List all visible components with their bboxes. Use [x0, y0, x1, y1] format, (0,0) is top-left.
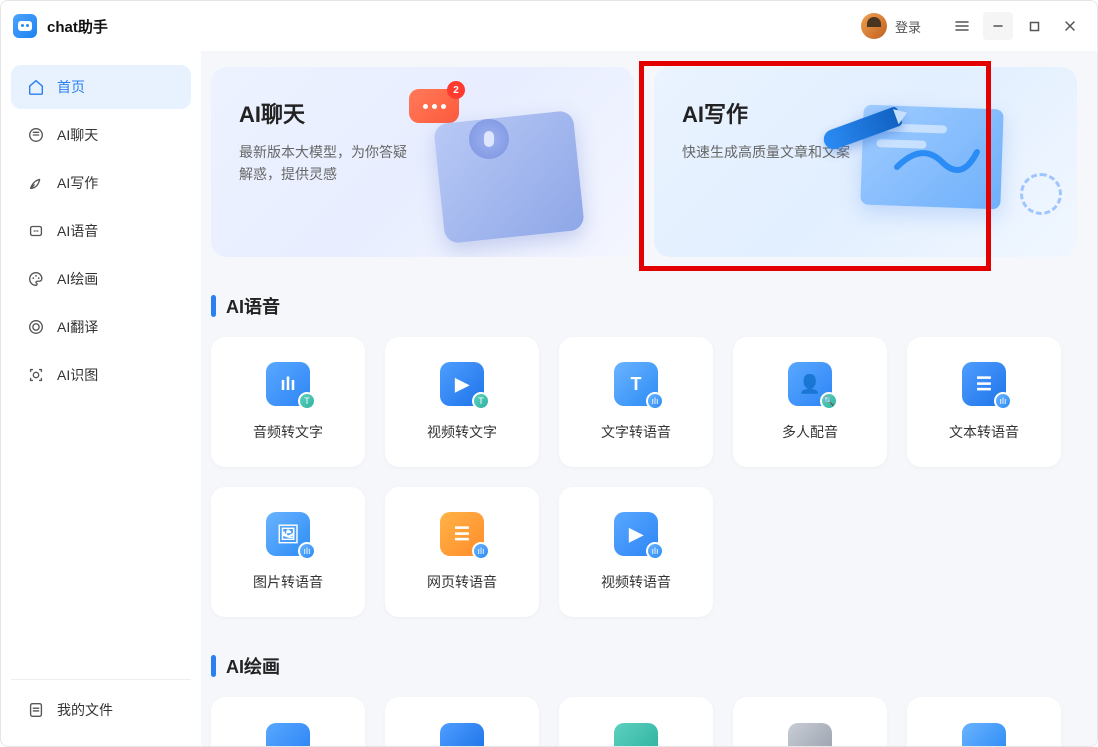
tool-webpage-to-speech[interactable]: ☰ ılı 网页转语音: [385, 487, 539, 617]
sidebar-item-my-files[interactable]: 我的文件: [11, 688, 191, 732]
sidebar-item-label: AI语音: [57, 221, 98, 241]
painting-tool-icon: [614, 723, 658, 746]
hamburger-icon: [955, 19, 969, 33]
home-icon: [27, 78, 45, 96]
painting-tool-icon: [962, 723, 1006, 746]
video-to-text-icon: ▶ T: [440, 362, 484, 406]
section-header-painting: AI绘画: [211, 653, 1077, 679]
image-to-speech-icon: 🖼 ılı: [266, 512, 310, 556]
tool-card-partial[interactable]: [733, 697, 887, 746]
tool-card-partial[interactable]: [385, 697, 539, 746]
login-button[interactable]: 登录: [861, 13, 921, 39]
painting-tool-icon: [440, 723, 484, 746]
sidebar-item-label: AI绘画: [57, 269, 98, 289]
tool-multi-voice-dubbing[interactable]: 👤 🔍 多人配音: [733, 337, 887, 467]
section-bar-icon: [211, 655, 216, 677]
sidebar-item-ai-image-recognition[interactable]: AI识图: [11, 353, 191, 397]
tool-video-to-text[interactable]: ▶ T 视频转文字: [385, 337, 539, 467]
hamburger-menu-button[interactable]: [947, 12, 977, 40]
scan-icon: [27, 366, 45, 384]
section-header-voice: AI语音: [211, 293, 1077, 319]
sidebar-item-ai-translate[interactable]: AI翻译: [11, 305, 191, 349]
tool-label: 多人配音: [782, 422, 838, 442]
section-title: AI绘画: [226, 653, 280, 679]
sidebar-item-label: AI翻译: [57, 317, 98, 337]
feather-icon: [27, 174, 45, 192]
tool-audio-to-text[interactable]: ılı T 音频转文字: [211, 337, 365, 467]
window-minimize-button[interactable]: [983, 12, 1013, 40]
tool-label: 网页转语音: [427, 572, 497, 592]
document-to-speech-icon: ☰ ılı: [962, 362, 1006, 406]
tool-card-partial[interactable]: [211, 697, 365, 746]
hero-card-ai-writing[interactable]: AI写作 快速生成高质量文章和文案: [654, 67, 1077, 257]
painting-tools-grid: [211, 697, 1077, 746]
webpage-to-speech-icon: ☰ ılı: [440, 512, 484, 556]
tool-text-to-speech[interactable]: T ılı 文字转语音: [559, 337, 713, 467]
painting-tool-icon: [266, 723, 310, 746]
sidebar-item-label: 我的文件: [57, 700, 113, 720]
palette-icon: [27, 270, 45, 288]
tool-video-to-speech[interactable]: ▶ ılı 视频转语音: [559, 487, 713, 617]
tool-document-to-speech[interactable]: ☰ ılı 文本转语音: [907, 337, 1061, 467]
text-to-speech-icon: T ılı: [614, 362, 658, 406]
tool-image-to-speech[interactable]: 🖼 ılı 图片转语音: [211, 487, 365, 617]
sidebar-item-ai-voice[interactable]: AI语音: [11, 209, 191, 253]
sidebar-item-label: 首页: [57, 77, 85, 97]
main-content: AI聊天 最新版本大模型，为你答疑解惑，提供灵感 2 AI写作 快速生成高质量文…: [201, 51, 1097, 746]
close-icon: [1064, 20, 1076, 32]
tool-card-partial[interactable]: [907, 697, 1061, 746]
video-to-speech-icon: ▶ ılı: [614, 512, 658, 556]
avatar-icon: [861, 13, 887, 39]
tool-card-partial[interactable]: [559, 697, 713, 746]
maximize-icon: [1029, 21, 1040, 32]
hero-description: 最新版本大模型，为你答疑解惑，提供灵感: [239, 141, 419, 186]
login-label: 登录: [895, 17, 921, 36]
tool-label: 视频转文字: [427, 422, 497, 442]
multi-voice-icon: 👤 🔍: [788, 362, 832, 406]
window-maximize-button[interactable]: [1019, 12, 1049, 40]
sidebar-item-label: AI写作: [57, 173, 98, 193]
sidebar-item-label: AI识图: [57, 365, 98, 385]
section-bar-icon: [211, 295, 216, 317]
hero-title: AI聊天: [239, 97, 606, 129]
file-icon: [27, 701, 45, 719]
tool-label: 文字转语音: [601, 422, 671, 442]
tool-label: 图片转语音: [253, 572, 323, 592]
tool-label: 音频转文字: [253, 422, 323, 442]
sidebar-item-ai-chat[interactable]: AI聊天: [11, 113, 191, 157]
voice-icon: [27, 222, 45, 240]
painting-tool-icon: [788, 723, 832, 746]
window-close-button[interactable]: [1055, 12, 1085, 40]
minimize-icon: [992, 20, 1004, 32]
tool-label: 视频转语音: [601, 572, 671, 592]
voice-tools-grid: ılı T 音频转文字 ▶ T 视频转文字 T ılı: [211, 337, 1077, 617]
hero-card-ai-chat[interactable]: AI聊天 最新版本大模型，为你答疑解惑，提供灵感 2: [211, 67, 634, 257]
sidebar-item-home[interactable]: 首页: [11, 65, 191, 109]
chat-icon: [27, 126, 45, 144]
audio-to-text-icon: ılı T: [266, 362, 310, 406]
sidebar-item-ai-writing[interactable]: AI写作: [11, 161, 191, 205]
sidebar: 首页 AI聊天 AI写作 AI语音 AI绘画: [1, 51, 201, 746]
app-title: chat助手: [47, 16, 108, 37]
hero-description: 快速生成高质量文章和文案: [682, 141, 862, 163]
translate-icon: [27, 318, 45, 336]
tool-label: 文本转语音: [949, 422, 1019, 442]
hero-title: AI写作: [682, 97, 1049, 129]
titlebar: chat助手 登录: [1, 1, 1097, 51]
sidebar-item-label: AI聊天: [57, 125, 98, 145]
sidebar-item-ai-painting[interactable]: AI绘画: [11, 257, 191, 301]
app-logo-icon: [13, 14, 37, 38]
section-title: AI语音: [226, 293, 280, 319]
